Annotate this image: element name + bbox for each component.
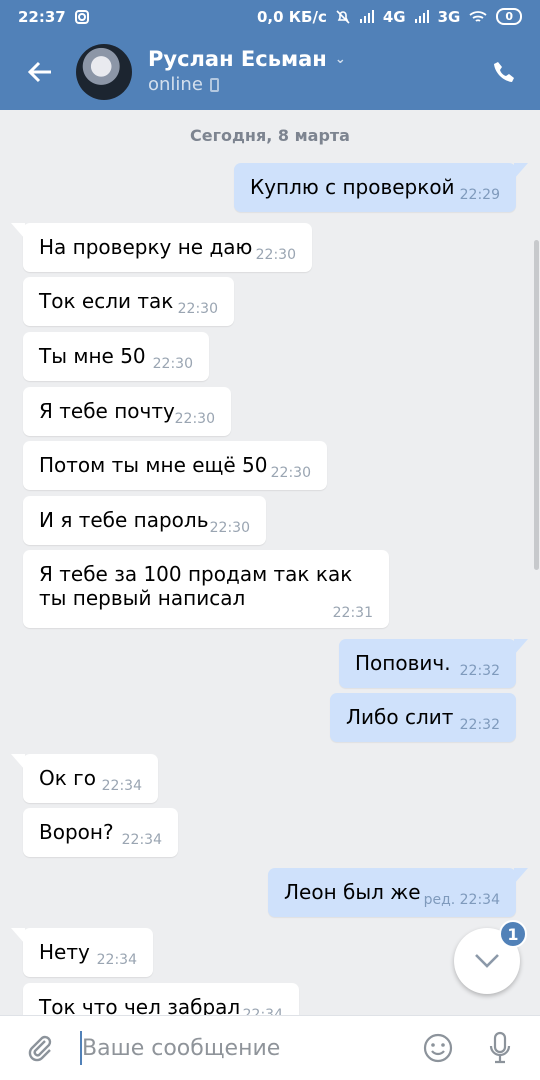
message-text: Либо слит (346, 705, 454, 729)
message-bubble[interactable]: Я тебе почту 22:30 (23, 387, 231, 436)
chevron-down-icon: ⌄ (334, 52, 346, 67)
instagram-icon (74, 9, 89, 24)
signal-icon-2 (414, 9, 429, 23)
message-bubble[interactable]: Ток если так 22:30 (23, 277, 234, 326)
battery-indicator: 0 (496, 8, 522, 25)
message-time: 22:31 (332, 605, 373, 621)
wifi-icon (469, 10, 487, 22)
peer-status-text: online (148, 74, 203, 95)
message-text: И я тебе пароль (39, 508, 209, 532)
paperclip-icon (28, 1035, 52, 1062)
message-text: Попович. (355, 651, 451, 675)
network-type-1: 4G (382, 7, 406, 26)
back-arrow-icon (27, 61, 51, 82)
message-time: 22:34 (242, 1007, 283, 1015)
smile-icon (423, 1033, 453, 1063)
top-bar: 22:37 0,0 КБ/с 4G 3G 0 Руслан Есьман ⌄ o… (0, 0, 540, 110)
message-text: Леон был же (284, 880, 421, 904)
date-separator: Сегодня, 8 марта (190, 126, 350, 145)
chat-header: Руслан Есьман ⌄ online (0, 33, 540, 110)
chevron-down-icon (475, 954, 499, 968)
message-text: Ток если так (39, 289, 174, 313)
message-text: Нету (39, 940, 90, 964)
message-time: 22:30 (177, 301, 218, 317)
message-list[interactable]: Сегодня, 8 марта Куплю с проверкой 22:29… (0, 110, 540, 1015)
message-bubble[interactable]: На проверку не даю 22:30 (11, 223, 312, 272)
message-bubble[interactable]: И я тебе пароль 22:30 (23, 496, 266, 545)
mobile-icon (209, 78, 219, 92)
emoji-button[interactable] (418, 1028, 458, 1068)
peer-name: Руслан Есьман ⌄ (148, 46, 488, 73)
message-bubble[interactable]: Нету 22:34 (11, 928, 153, 977)
status-bar: 22:37 0,0 КБ/с 4G 3G 0 (0, 0, 540, 33)
message-text: На проверку не даю (39, 235, 253, 259)
message-text: Потом ты мне ещё 50 (39, 453, 268, 477)
message-bubble[interactable]: Потом ты мне ещё 50 22:30 (23, 441, 327, 490)
message-time: 22:34 (96, 952, 137, 968)
message-time: 22:30 (152, 356, 193, 372)
message-bubble[interactable]: Леон был же ред. 22:34 (268, 868, 528, 917)
peer-info[interactable]: Руслан Есьман ⌄ online (148, 46, 488, 97)
phone-icon (494, 61, 514, 82)
message-text: Ок го (39, 766, 96, 790)
peer-status: online (148, 73, 488, 97)
message-text: Ток что чел забрал (39, 995, 241, 1015)
message-time: 22:30 (174, 411, 215, 427)
message-bubble[interactable]: Куплю с проверкой 22:29 (234, 163, 528, 212)
message-time: 22:34 (121, 832, 162, 848)
peer-name-text: Руслан Есьман (148, 47, 327, 71)
message-text: Ты мне 50 (39, 344, 146, 368)
message-composer (0, 1015, 540, 1080)
network-type-2: 3G (437, 7, 461, 26)
unread-badge: 1 (499, 920, 527, 948)
message-text: Куплю с проверкой (250, 175, 455, 199)
avatar[interactable] (76, 43, 132, 100)
message-time: 22:30 (255, 247, 296, 263)
network-speed: 0,0 КБ/с (256, 7, 327, 26)
message-bubble[interactable]: Попович. 22:32 (339, 639, 528, 688)
message-time: 22:30 (270, 465, 311, 481)
message-time: 22:29 (459, 187, 500, 203)
message-input[interactable] (80, 1031, 396, 1065)
message-time: ред. 22:34 (423, 892, 500, 908)
message-time: 22:30 (209, 520, 250, 536)
message-bubble[interactable]: Ток что чел забрал 22:34 (23, 983, 299, 1015)
mute-icon (336, 9, 350, 24)
status-time: 22:37 (18, 7, 66, 26)
message-bubble[interactable]: Ворон? 22:34 (23, 808, 178, 857)
message-bubble[interactable]: Ок го 22:34 (11, 754, 158, 803)
message-text: Я тебе почту (39, 399, 175, 423)
message-time: 22:32 (459, 717, 500, 733)
signal-icon (359, 9, 374, 23)
microphone-icon (489, 1031, 511, 1064)
message-text: Я тебе за 100 продам так как ты первый н… (39, 562, 353, 610)
call-button[interactable] (488, 56, 520, 88)
scroll-down-button[interactable]: 1 (454, 920, 527, 994)
message-bubble[interactable]: Я тебе за 100 продам так как ты первый н… (23, 550, 389, 628)
message-time: 22:34 (101, 778, 142, 794)
back-button[interactable] (24, 56, 56, 88)
voice-button[interactable] (480, 1028, 520, 1068)
attach-button[interactable] (20, 1028, 60, 1068)
message-bubble[interactable]: Либо слит 22:32 (330, 693, 516, 742)
message-time: 22:32 (459, 663, 500, 679)
message-text: Ворон? (39, 820, 114, 844)
scrollbar[interactable] (534, 240, 539, 570)
message-bubble[interactable]: Ты мне 50 22:30 (23, 332, 209, 381)
